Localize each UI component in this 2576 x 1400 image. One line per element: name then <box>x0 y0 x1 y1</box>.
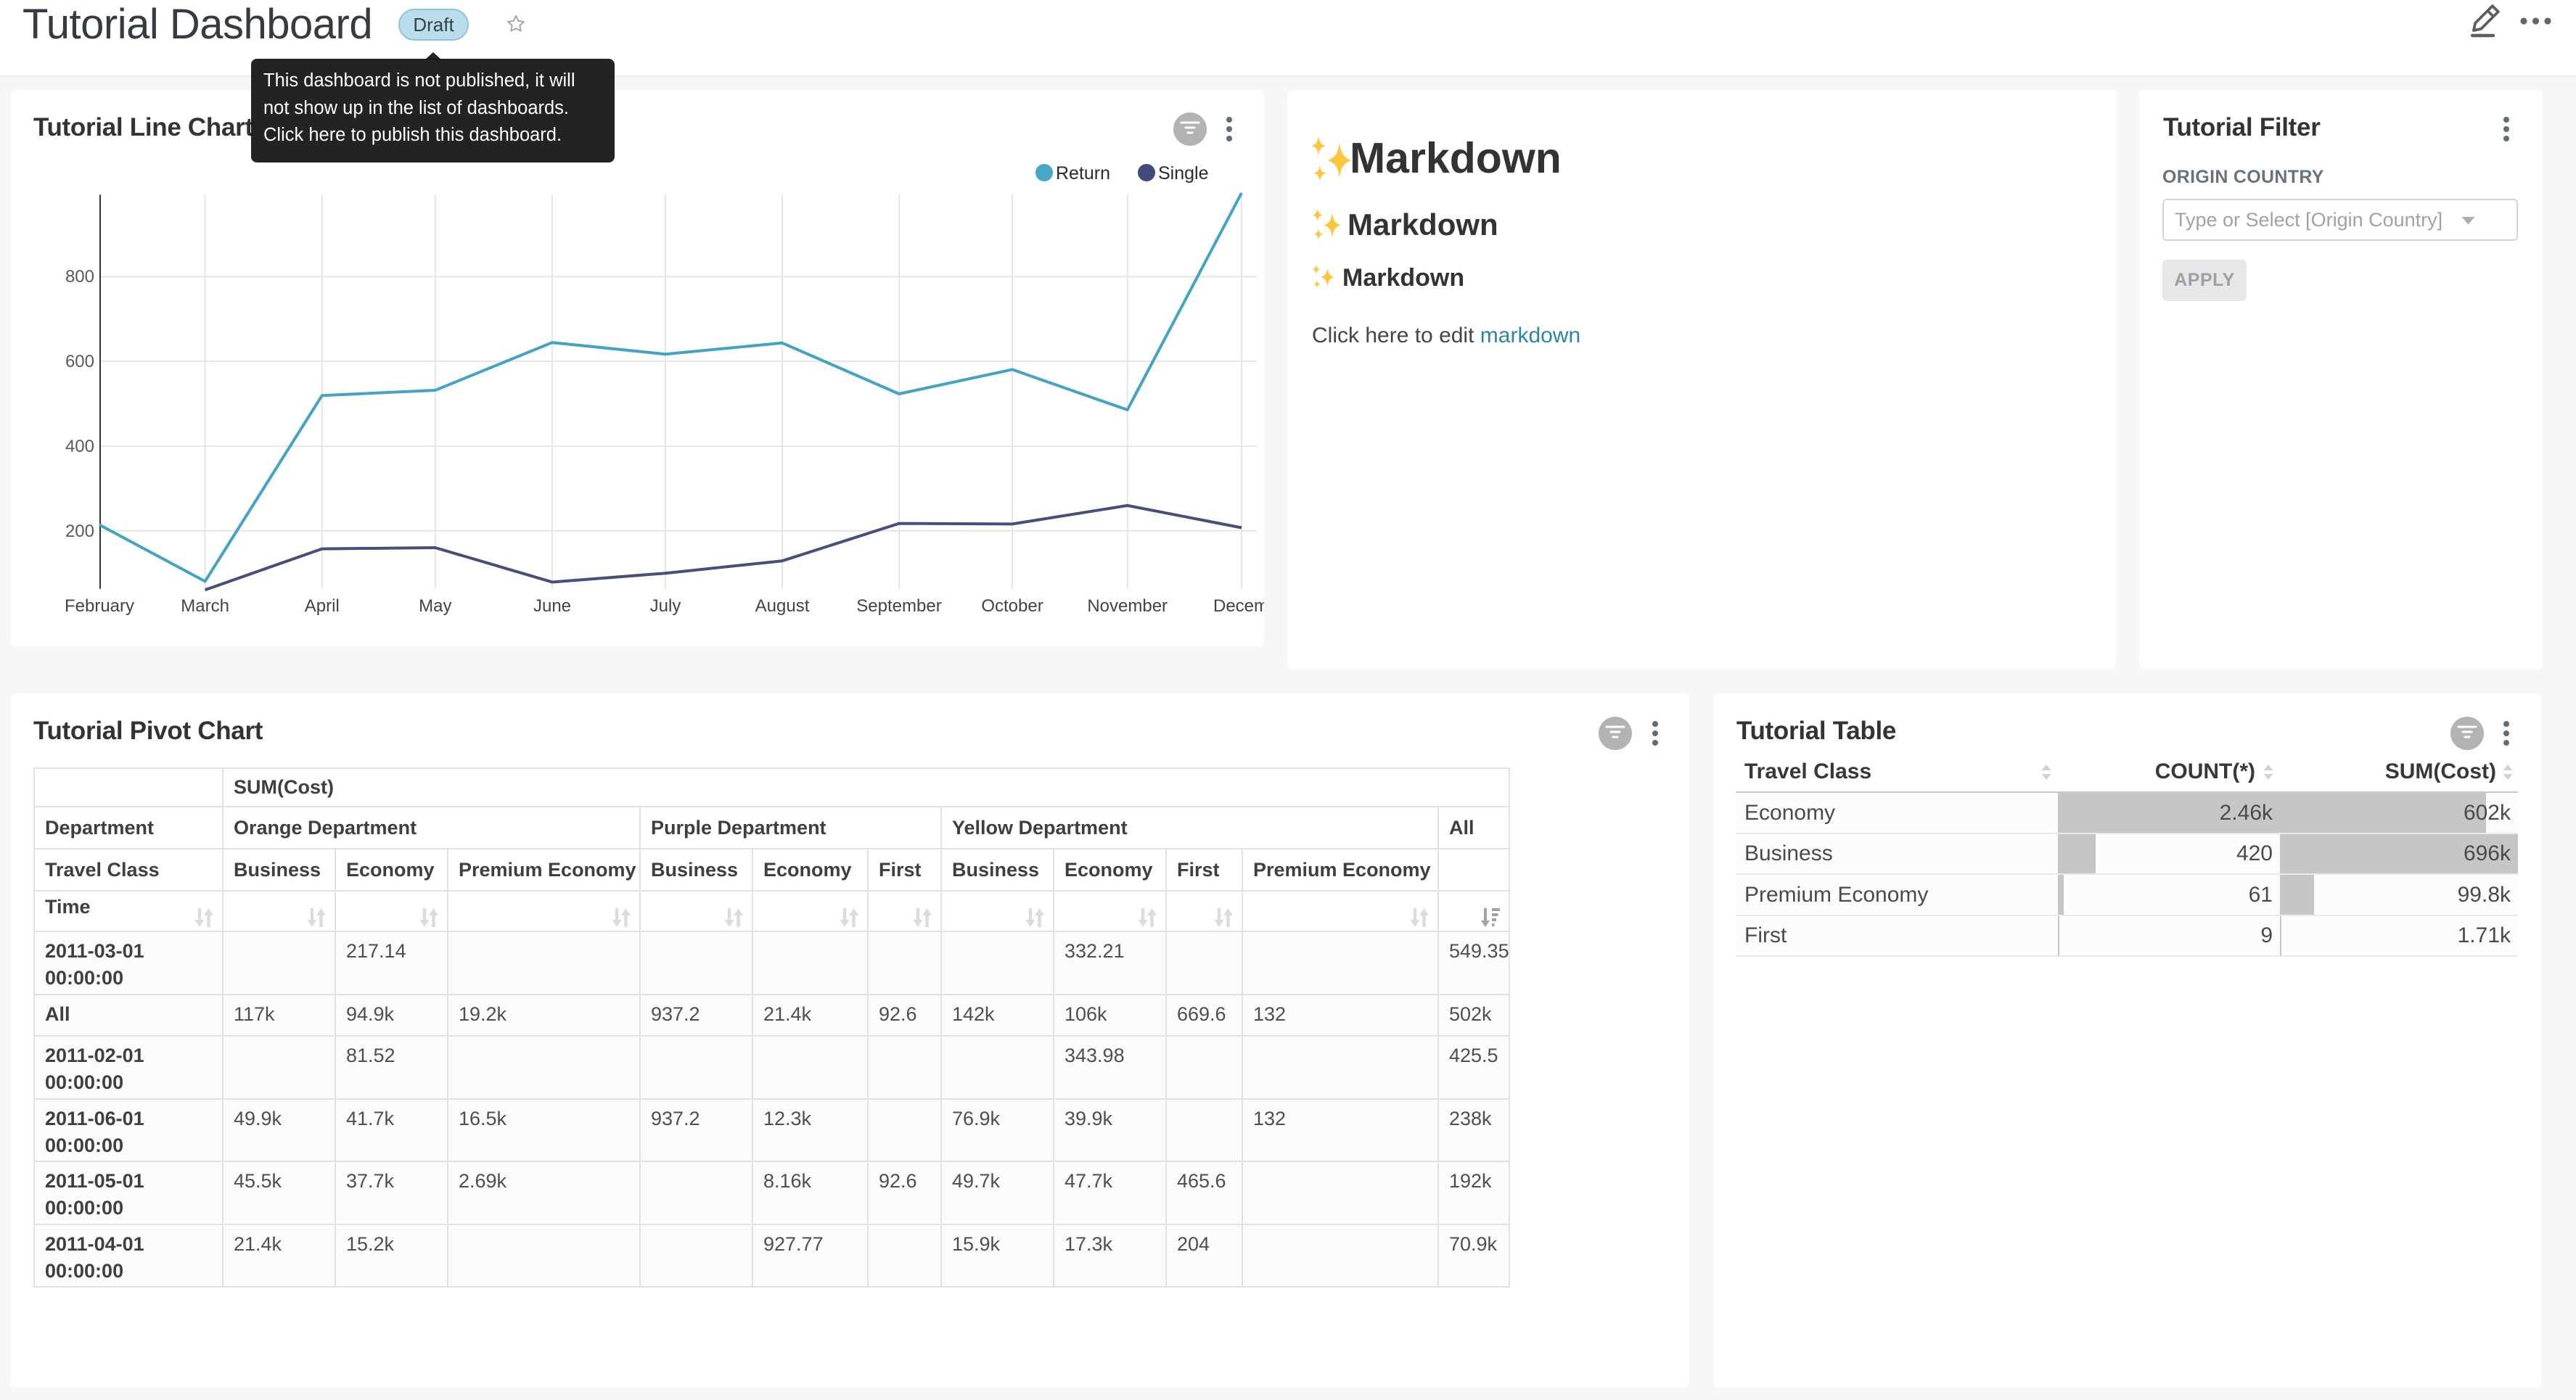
svg-text:September: September <box>856 596 941 616</box>
svg-text:April: April <box>305 596 340 616</box>
svg-text:August: August <box>755 596 810 616</box>
svg-text:200: 200 <box>65 522 94 541</box>
svg-text:May: May <box>419 596 451 616</box>
svg-text:400: 400 <box>65 437 94 456</box>
svg-text:600: 600 <box>65 352 94 371</box>
svg-text:Return: Return <box>1056 163 1110 184</box>
svg-text:December: December <box>1213 596 1264 616</box>
svg-text:June: June <box>533 596 571 616</box>
svg-text:800: 800 <box>65 267 94 287</box>
svg-text:Single: Single <box>1158 163 1209 184</box>
svg-text:October: October <box>981 596 1043 616</box>
svg-text:July: July <box>650 596 681 616</box>
svg-text:November: November <box>1087 596 1168 616</box>
svg-text:March: March <box>181 596 229 616</box>
svg-text:February: February <box>65 596 134 616</box>
